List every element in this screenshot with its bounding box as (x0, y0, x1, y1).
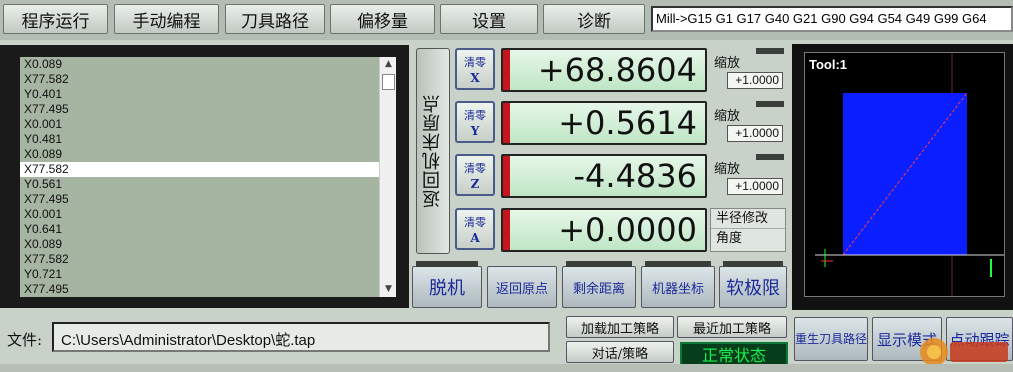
code-line-selected[interactable]: X77.582 (20, 162, 396, 177)
menu-manual-program[interactable]: 手动编程 (114, 4, 219, 34)
dro-z-value: -4.4836 (573, 157, 697, 195)
load-strategy-button[interactable]: 加载加工策略 (566, 316, 674, 338)
soft-limits-button[interactable]: 软极限 (719, 261, 787, 308)
dro-x-value: +68.8604 (537, 51, 697, 89)
dro-y-value: +0.5614 (558, 104, 697, 142)
machine-coords-label: 机器坐标 (651, 281, 704, 297)
soft-limits-led (723, 261, 783, 267)
zero-x-label: 清零 (464, 56, 486, 69)
top-menu-bar: 程序运行 手动编程 刀具路径 偏移量 设置 诊断 Mill->G15 G1 G1… (0, 0, 1013, 40)
scroll-down-arrow-icon[interactable]: ▼ (380, 282, 396, 297)
code-line[interactable]: X77.582 (20, 252, 396, 267)
zero-a-axis: A (470, 231, 480, 245)
scale-x-label: 缩放 (714, 56, 741, 71)
dro-a-indicator (503, 210, 510, 250)
machine-coords-led (645, 261, 711, 267)
dro-x-indicator (503, 50, 510, 90)
soft-limits-label: 软极限 (726, 278, 780, 299)
footer-strip (0, 364, 1013, 372)
zero-a-label: 清零 (464, 216, 486, 229)
code-line[interactable]: Y0.481 (20, 132, 396, 147)
dro-a[interactable]: +0.0000 (501, 208, 707, 252)
regen-toolpath-button[interactable]: 重生刀具路径 (794, 317, 868, 361)
scale-y-label: 缩放 (714, 109, 741, 124)
scale-z-label: 缩放 (714, 162, 741, 177)
dialog-strategy-button[interactable]: 对话/策略 (566, 341, 674, 363)
zero-z-label: 清零 (464, 162, 486, 175)
code-line[interactable]: Y0.721 (20, 267, 396, 282)
code-line[interactable]: X0.001 (20, 207, 396, 222)
code-line[interactable]: X77.582 (20, 72, 396, 87)
code-line[interactable]: X0.001 (20, 117, 396, 132)
zero-y-button[interactable]: 清零 Y (455, 101, 495, 143)
code-line[interactable]: Y0.561 (20, 177, 396, 192)
scale-x-value[interactable]: +1.0000 (727, 72, 783, 89)
toolpath-canvas[interactable]: Tool:1 (804, 52, 1005, 297)
zero-y-label: 清零 (464, 109, 486, 122)
zero-x-axis: X (470, 71, 480, 85)
code-line[interactable]: X77.495 (20, 282, 396, 297)
scale-x-led (756, 48, 784, 54)
remaining-distance-button[interactable]: 剩余距离 (562, 261, 636, 308)
menu-program-run[interactable]: 程序运行 (3, 4, 108, 34)
offline-led (416, 261, 478, 267)
code-line[interactable]: X77.495 (20, 192, 396, 207)
zero-z-axis: Z (470, 177, 480, 191)
remaining-distance-label: 剩余距离 (572, 281, 625, 297)
file-label: 文件: (7, 331, 43, 349)
regen-toolpath-label: 重生刀具路径 (795, 332, 868, 346)
return-home-button[interactable]: 返回原点 (487, 266, 557, 308)
offline-label: 脱机 (429, 278, 465, 299)
offline-button[interactable]: 脱机 (412, 261, 482, 308)
code-line[interactable]: X0.089 (20, 237, 396, 252)
scale-z-value[interactable]: +1.0000 (727, 178, 783, 195)
menu-offsets[interactable]: 偏移量 (330, 4, 435, 34)
code-line[interactable]: X0.089 (20, 147, 396, 162)
menu-toolpath[interactable]: 刀具路径 (225, 4, 325, 34)
tool-label: Tool:1 (809, 57, 847, 72)
status-display: 正常状态 (680, 342, 788, 366)
scale-y-value[interactable]: +1.0000 (727, 125, 783, 142)
code-line[interactable]: X77.495 (20, 102, 396, 117)
code-line[interactable]: X0.089 (20, 57, 396, 72)
angle-label: 角度 (716, 231, 743, 246)
zero-z-button[interactable]: 清零 Z (455, 154, 495, 196)
dro-y-indicator (503, 103, 510, 143)
toolpath-svg: Tool:1 (809, 53, 1004, 296)
code-list-scrollbar[interactable]: ▲ ▼ (379, 57, 396, 297)
recent-strategy-button[interactable]: 最近加工策略 (677, 316, 787, 338)
dro-z-indicator (503, 156, 510, 196)
menu-settings[interactable]: 设置 (440, 4, 538, 34)
dro-x[interactable]: +68.8604 (501, 48, 707, 92)
scale-z-led (756, 154, 784, 160)
scale-x-box: 缩放 +1.0000 (710, 48, 786, 92)
return-machine-home-button[interactable]: 返回机床原点 (416, 48, 450, 254)
scroll-thumb[interactable] (382, 74, 395, 90)
scale-z-box: 缩放 +1.0000 (710, 154, 786, 198)
menu-diagnostics[interactable]: 诊断 (543, 4, 645, 34)
code-list-frame: X0.089 X77.582 Y0.401 X77.495 X0.001 Y0.481 X0… (0, 45, 409, 308)
scale-y-led (756, 101, 784, 107)
radius-correction-label: 半径修改 (711, 209, 785, 229)
radius-correction-box[interactable]: 半径修改 角度 (710, 208, 786, 252)
code-line[interactable]: Y0.401 (20, 87, 396, 102)
return-home-label: 返回原点 (495, 281, 548, 297)
zero-x-button[interactable]: 清零 X (455, 48, 495, 90)
dro-z[interactable]: -4.4836 (501, 154, 707, 198)
remaining-distance-led (566, 261, 632, 267)
code-list[interactable]: X0.089 X77.582 Y0.401 X77.495 X0.001 Y0.481 X0… (20, 57, 396, 297)
toolpath-view[interactable]: Tool:1 (792, 44, 1013, 310)
zero-y-axis: Y (470, 124, 480, 138)
dro-y[interactable]: +0.5614 (501, 101, 707, 145)
dro-a-value: +0.0000 (558, 211, 697, 249)
scroll-up-arrow-icon[interactable]: ▲ (380, 57, 396, 72)
code-line[interactable]: Y0.641 (20, 222, 396, 237)
zero-a-button[interactable]: 清零 A (455, 208, 495, 250)
machine-coords-button[interactable]: 机器坐标 (641, 261, 715, 308)
scale-y-box: 缩放 +1.0000 (710, 101, 786, 145)
file-path-field[interactable]: C:\Users\Administrator\Desktop\蛇.tap (52, 322, 550, 352)
gcode-state-display: Mill->G15 G1 G17 G40 G21 G90 G94 G54 G49… (651, 6, 1013, 32)
